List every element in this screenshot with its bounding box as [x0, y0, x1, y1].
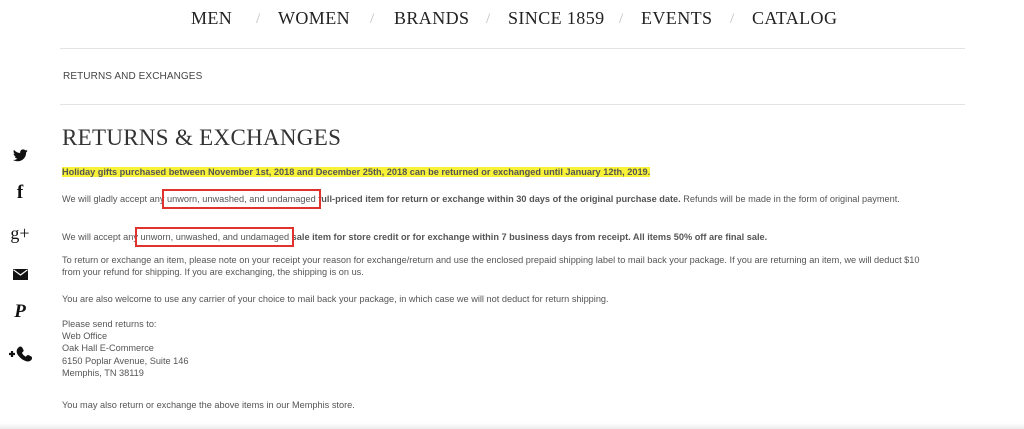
return-address: Please send returns to: Web Office Oak H…: [62, 318, 189, 379]
address-line: Web Office: [62, 331, 108, 342]
email-icon[interactable]: [8, 264, 32, 284]
nav-separator: /: [370, 11, 375, 27]
nav-catalog[interactable]: CATALOG: [752, 8, 837, 29]
nav-separator: /: [256, 11, 261, 27]
nav-events[interactable]: EVENTS: [641, 8, 712, 29]
nav-brands[interactable]: BRANDS: [394, 8, 469, 29]
address-intro: Please send returns to:: [62, 319, 157, 329]
top-nav: MEN / WOMEN / BRANDS / SINCE 1859 / EVEN…: [0, 8, 1024, 32]
memphis-store-note: You may also return or exchange the abov…: [62, 400, 355, 410]
address-line: 6150 Poplar Avenue, Suite 146: [62, 355, 189, 366]
sale-policy-terms: sale item for store credit or for exchan…: [289, 232, 768, 242]
facebook-icon[interactable]: f: [8, 182, 32, 203]
regular-policy-refund: Refunds will be made in the form of orig…: [680, 194, 900, 204]
holiday-notice-text: Holiday gifts purchased between November…: [62, 167, 651, 177]
address-line: Oak Hall E-Commerce: [62, 343, 154, 354]
pinterest-icon[interactable]: P: [8, 301, 32, 322]
header-divider: [60, 48, 965, 49]
address-line: Memphis, TN 38119: [62, 367, 144, 378]
nav-separator: /: [486, 11, 491, 27]
regular-policy-condition: unworn, unwashed, and undamaged: [162, 189, 321, 209]
nav-separator: /: [619, 11, 624, 27]
breadcrumb: RETURNS AND EXCHANGES: [63, 71, 203, 82]
twitter-icon[interactable]: [8, 145, 32, 165]
sale-policy-condition: unworn, unwashed, and undamaged: [135, 227, 295, 247]
breadcrumb-divider: [60, 104, 965, 105]
add-contact-icon[interactable]: [8, 344, 32, 364]
google-plus-icon[interactable]: g+: [8, 223, 32, 243]
sale-policy-prefix: We will accept any: [62, 232, 141, 242]
sale-policy: We will accept any unworn, unwashed, and…: [62, 227, 768, 247]
carrier-note: You are also welcome to use any carrier …: [62, 294, 609, 304]
nav-women[interactable]: WOMEN: [278, 8, 350, 29]
regular-policy: We will gladly accept any unworn, unwash…: [62, 189, 932, 209]
holiday-notice: Holiday gifts purchased between November…: [62, 166, 651, 178]
return-instructions: To return or exchange an item, please no…: [62, 255, 920, 278]
page-title: RETURNS & EXCHANGES: [62, 125, 342, 150]
nav-separator: /: [730, 11, 735, 27]
bottom-fade: [0, 423, 1024, 429]
regular-policy-terms: full-priced item for return or exchange …: [315, 194, 681, 204]
nav-since-1859[interactable]: SINCE 1859: [508, 8, 605, 29]
regular-policy-prefix: We will gladly accept any: [62, 194, 168, 204]
nav-men[interactable]: MEN: [191, 8, 232, 29]
